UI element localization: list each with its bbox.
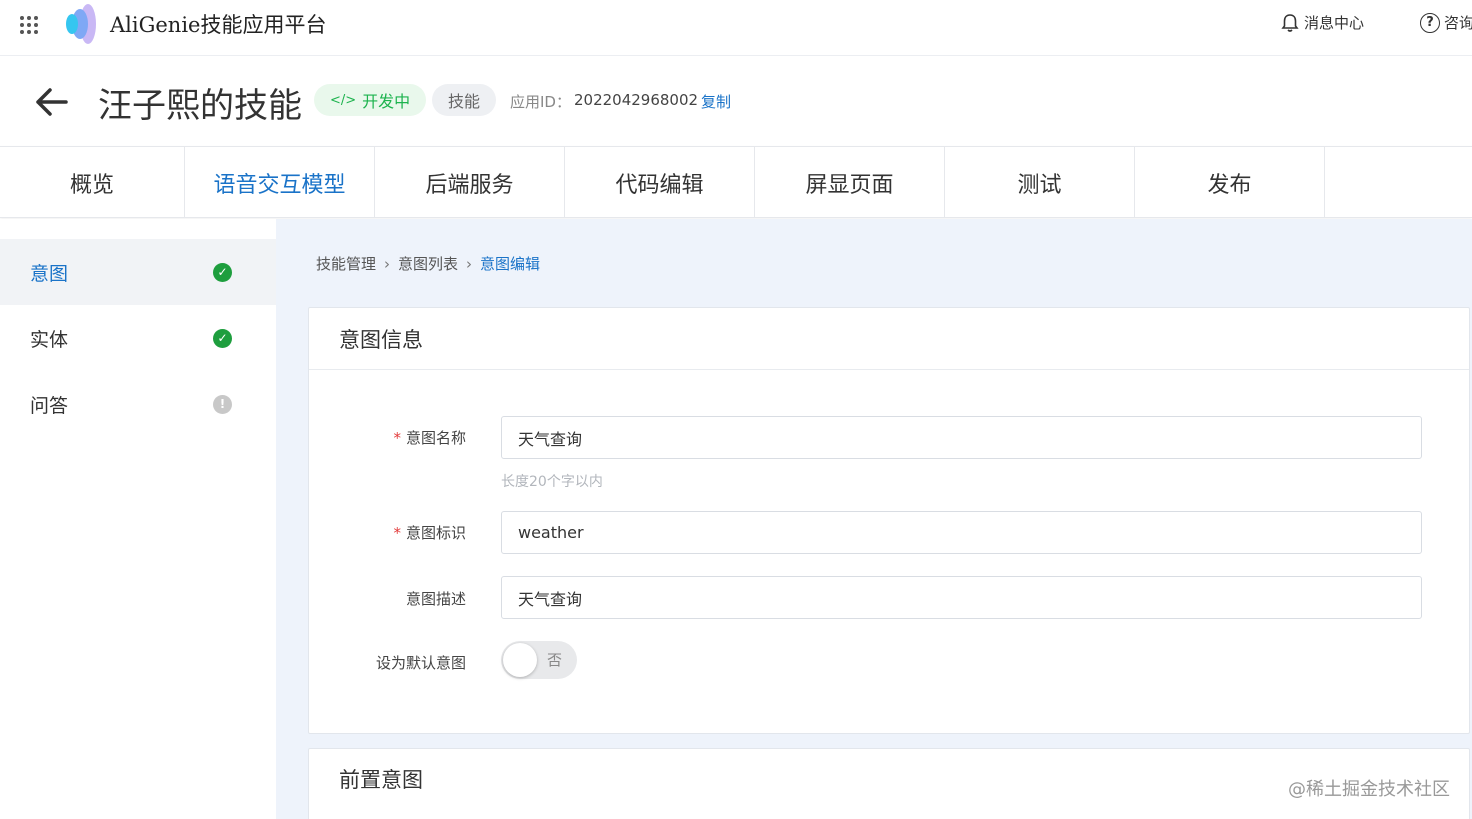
check-circle-icon: ✓ [213, 328, 232, 348]
app-id-value: 2022042968002 [574, 91, 699, 109]
help-icon: ? [1420, 12, 1440, 33]
consult-label: 咨询 [1444, 14, 1472, 32]
message-center-link[interactable]: 消息中心 [1280, 12, 1364, 33]
intent-desc-label: 意图描述 [405, 590, 466, 608]
intent-desc-input[interactable]: 天气查询 [501, 576, 1422, 619]
sidebar-item-entity[interactable]: 实体 ✓ [0, 305, 276, 371]
tab-screen-pages[interactable]: 屏显页面 [755, 147, 945, 218]
tab-code-edit[interactable]: 代码编辑 [565, 147, 755, 218]
default-intent-toggle[interactable]: 否 [501, 641, 577, 679]
required-mark: * [393, 524, 401, 542]
required-mark: * [393, 429, 401, 447]
intent-name-input[interactable]: 天气查询 [501, 416, 1422, 459]
sidebar-item-label: 问答 [30, 394, 69, 417]
breadcrumb-intent-list[interactable]: 意图列表 [398, 253, 458, 274]
chevron-right-icon: › [466, 254, 473, 273]
app-grid-icon[interactable] [18, 14, 40, 36]
check-circle-icon: ✓ [213, 262, 232, 282]
copy-app-id-link[interactable]: 复制 [701, 91, 731, 112]
intent-id-label: * 意图标识 [393, 524, 466, 542]
aligenie-logo [66, 4, 96, 44]
breadcrumb: 技能管理 › 意图列表 › 意图编辑 [316, 253, 540, 274]
intent-id-input[interactable]: weather [501, 511, 1422, 554]
status-badge-label: 开发中 [362, 92, 411, 111]
intent-name-hint: 长度20个字以内 [501, 474, 603, 490]
sidebar-item-intent[interactable]: 意图 ✓ [0, 239, 276, 305]
type-badge: 技能 [432, 84, 497, 116]
tab-publish[interactable]: 发布 [1135, 147, 1325, 218]
skill-name: 汪子熙的技能 [98, 86, 302, 126]
app-id-label: 应用ID： [510, 93, 571, 111]
app-title: AliGenie技能应用平台 [110, 13, 327, 37]
tab-backend-service[interactable]: 后端服务 [375, 147, 565, 218]
sidebar-item-label: 实体 [30, 328, 69, 351]
main-content: 技能管理 › 意图列表 › 意图编辑 意图信息 * 意图名称 天气查询 长度20个… [276, 219, 1472, 819]
code-icon: </> [330, 92, 357, 108]
sidebar: 意图 ✓ 实体 ✓ 问答 ! [0, 219, 276, 819]
default-intent-label: 设为默认意图 [375, 654, 466, 672]
breadcrumb-intent-edit: 意图编辑 [480, 255, 541, 273]
chevron-right-icon: › [384, 254, 391, 273]
tab-overview[interactable]: 概览 [0, 147, 185, 218]
intent-info-card: 意图信息 * 意图名称 天气查询 长度20个字以内 * 意图标识 weather 意… [308, 307, 1470, 734]
warning-circle-icon: ! [213, 394, 232, 414]
message-center-label: 消息中心 [1304, 14, 1365, 32]
sidebar-item-qa[interactable]: 问答 ! [0, 371, 276, 437]
tab-test[interactable]: 测试 [945, 147, 1135, 218]
skill-header: 汪子熙的技能 </> 开发中 技能 应用ID： 2022042968002 复制 [0, 56, 1472, 146]
status-badge: </> 开发中 [314, 84, 427, 116]
top-bar: AliGenie技能应用平台 消息中心 ? 咨询 [0, 0, 1472, 56]
bell-icon [1281, 13, 1299, 32]
intent-info-title: 意图信息 [309, 308, 1469, 370]
toggle-knob [503, 643, 537, 677]
main-tabs: 概览 语音交互模型 后端服务 代码编辑 屏显页面 测试 发布 [0, 146, 1472, 218]
watermark: @稀土掘金技术社区 [1288, 779, 1450, 800]
back-arrow-icon[interactable] [32, 82, 72, 122]
intent-name-label: * 意图名称 [393, 429, 466, 447]
toggle-label: 否 [547, 651, 563, 669]
tab-voice-interaction-model[interactable]: 语音交互模型 [185, 147, 375, 218]
consult-link[interactable]: ? 咨询 [1420, 12, 1472, 33]
breadcrumb-skill-management[interactable]: 技能管理 [316, 253, 376, 274]
sidebar-item-label: 意图 [30, 262, 69, 285]
